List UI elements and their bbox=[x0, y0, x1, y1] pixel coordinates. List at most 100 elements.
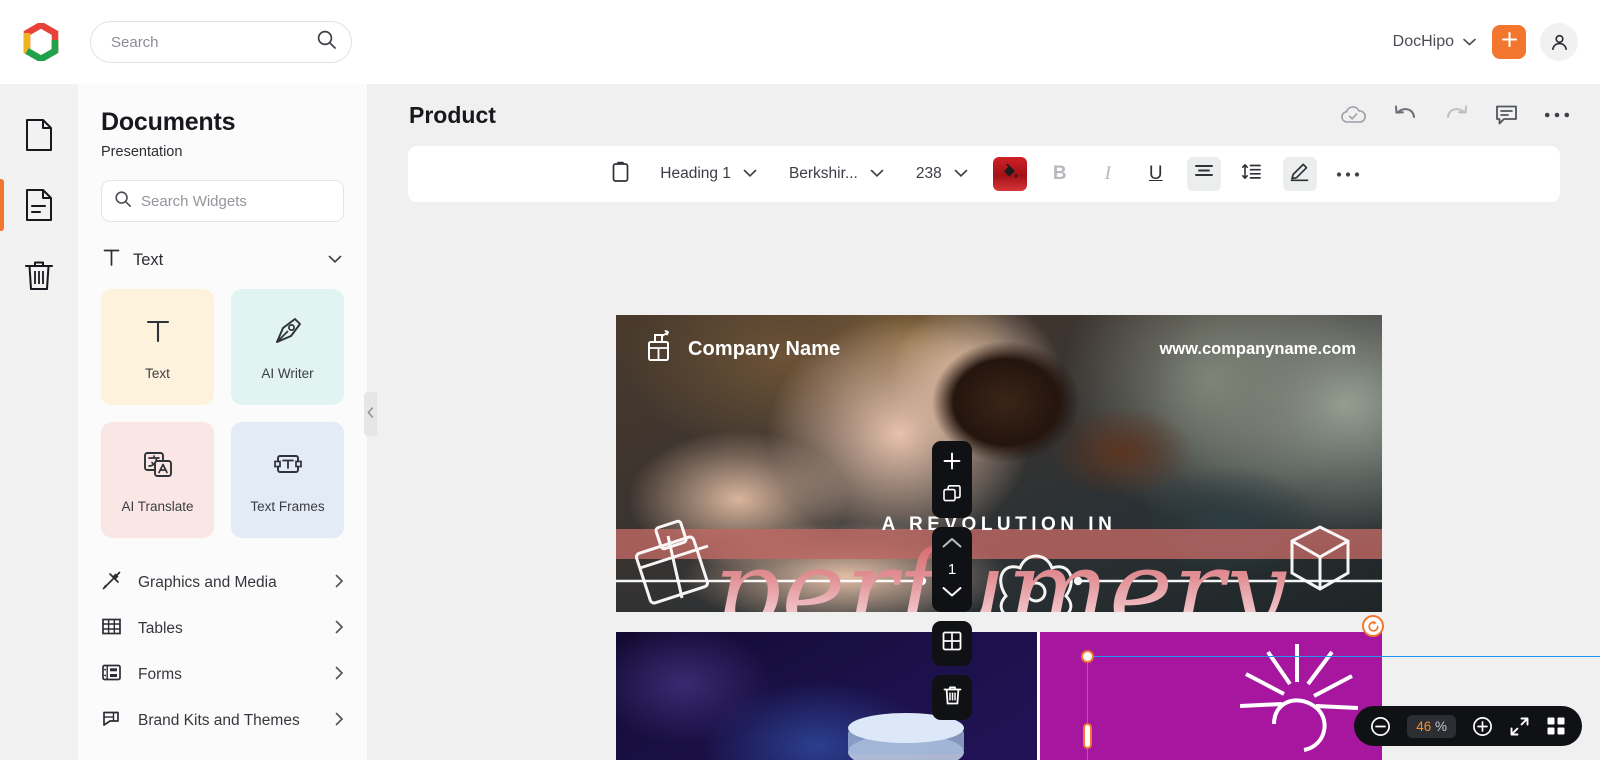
sidebar-item-tables[interactable]: Tables bbox=[101, 606, 344, 652]
headline-big-text[interactable]: perfumery bbox=[616, 537, 1382, 613]
font-size-select[interactable]: 238 bbox=[910, 165, 974, 183]
add-duplicate-page-block[interactable] bbox=[932, 441, 972, 518]
paragraph-style-value: Heading 1 bbox=[660, 165, 731, 182]
company-name-text[interactable]: Company Name bbox=[688, 338, 840, 361]
rail-item-my-documents[interactable] bbox=[0, 170, 78, 240]
canvas-scroll-area[interactable]: 1 Company Name www.companyname.com A REV… bbox=[368, 210, 1600, 760]
chevron-right-icon bbox=[335, 712, 344, 731]
rotate-handle[interactable] bbox=[1362, 615, 1384, 637]
underline-button[interactable]: U bbox=[1139, 157, 1173, 191]
widget-search[interactable] bbox=[101, 180, 344, 222]
widget-tile-text-frames[interactable]: Text Frames bbox=[231, 422, 344, 538]
redo-button[interactable] bbox=[1444, 104, 1469, 126]
paragraph-style-select[interactable]: Heading 1 bbox=[654, 165, 763, 183]
brand-kit-icon bbox=[101, 708, 122, 734]
page-number: 1 bbox=[947, 561, 957, 578]
font-size-value: 238 bbox=[915, 165, 942, 182]
align-center-button[interactable] bbox=[1186, 157, 1221, 191]
slide-page-1[interactable]: Company Name www.companyname.com A REVOL… bbox=[616, 315, 1382, 612]
sidebar-item-label: Tables bbox=[138, 620, 183, 637]
topbar-right-group: DocHipo bbox=[1391, 23, 1578, 61]
chevron-down-icon[interactable] bbox=[328, 251, 342, 269]
resize-handle-top-left[interactable] bbox=[1081, 650, 1094, 663]
widget-tile-ai-translate[interactable]: AI Translate bbox=[101, 422, 214, 538]
underline-label: U bbox=[1148, 163, 1163, 184]
zoom-value: 46 bbox=[1416, 718, 1432, 734]
chevron-down-icon bbox=[870, 165, 884, 183]
plus-icon[interactable] bbox=[941, 450, 963, 477]
sidebar-item-forms[interactable]: Forms bbox=[101, 652, 344, 698]
chevron-up-icon[interactable] bbox=[941, 536, 963, 554]
clipboard-button[interactable] bbox=[603, 157, 637, 191]
widget-tile-text[interactable]: Text bbox=[101, 289, 214, 405]
top-bar: DocHipo bbox=[0, 0, 1600, 84]
editor-header-actions bbox=[1339, 104, 1570, 126]
editor-header: Product bbox=[368, 84, 1600, 146]
sidebar-item-label: Graphics and Media bbox=[138, 574, 277, 591]
user-avatar-icon[interactable] bbox=[1540, 23, 1578, 61]
search-icon[interactable] bbox=[316, 29, 337, 55]
panel-subtitle: Presentation bbox=[101, 144, 183, 160]
widget-search-input[interactable] bbox=[141, 192, 340, 210]
icon-rail bbox=[0, 84, 78, 760]
create-new-button[interactable] bbox=[1492, 25, 1526, 59]
widget-tile-label: Text bbox=[145, 365, 170, 381]
sidebar-item-label: Brand Kits and Themes bbox=[138, 712, 300, 729]
search-icon bbox=[114, 190, 132, 213]
text-t-icon bbox=[141, 314, 175, 353]
graphics-media-icon bbox=[101, 570, 122, 596]
panel-collapse-handle[interactable] bbox=[364, 392, 377, 436]
section-text[interactable]: Text bbox=[101, 245, 344, 275]
document-title[interactable]: Product bbox=[409, 102, 496, 129]
chevron-right-icon bbox=[335, 574, 344, 593]
search-input[interactable] bbox=[111, 33, 316, 51]
page-title: Documents bbox=[101, 108, 236, 136]
slide-brand-row: Company Name www.companyname.com bbox=[616, 329, 1382, 369]
font-family-value: Berkshir... bbox=[788, 165, 858, 182]
chevron-down-icon[interactable] bbox=[941, 585, 963, 603]
global-search[interactable] bbox=[90, 21, 352, 63]
sidebar-item-graphics-and-media[interactable]: Graphics and Media bbox=[101, 560, 344, 606]
edit-text-button[interactable] bbox=[1282, 157, 1317, 191]
website-text[interactable]: www.companyname.com bbox=[1159, 340, 1356, 359]
perfume-bottle-icon bbox=[642, 328, 676, 371]
text-color-button[interactable] bbox=[992, 157, 1027, 191]
font-family-select[interactable]: Berkshir... bbox=[783, 165, 890, 183]
trash-icon bbox=[942, 684, 963, 711]
zoom-out-icon[interactable] bbox=[1370, 716, 1391, 737]
saved-cloud-icon[interactable] bbox=[1339, 105, 1367, 125]
chevron-down-icon bbox=[1463, 33, 1476, 51]
format-more-button[interactable] bbox=[1331, 157, 1365, 191]
rail-item-blank-document[interactable] bbox=[0, 100, 78, 170]
sidebar-item-brand-kits-and-themes[interactable]: Brand Kits and Themes bbox=[101, 698, 344, 744]
workspace-selector[interactable]: DocHipo bbox=[1391, 29, 1478, 55]
chevron-right-icon bbox=[335, 666, 344, 685]
dochipo-logo-icon[interactable] bbox=[22, 21, 60, 63]
widget-tile-label: AI Translate bbox=[121, 498, 194, 514]
rail-item-trash[interactable] bbox=[0, 240, 78, 310]
bold-button[interactable]: B bbox=[1043, 157, 1077, 191]
zoom-in-icon[interactable] bbox=[1472, 716, 1493, 737]
workspace-label: DocHipo bbox=[1392, 33, 1454, 50]
table-grid-icon bbox=[101, 616, 122, 642]
widget-tile-ai-writer[interactable]: AI Writer bbox=[231, 289, 344, 405]
zoom-toolbar: 46 % bbox=[1354, 706, 1582, 746]
duplicate-icon[interactable] bbox=[942, 484, 962, 509]
pencil-icon bbox=[1289, 161, 1310, 187]
page-tools: 1 bbox=[932, 441, 972, 720]
widget-tile-label: Text Frames bbox=[250, 498, 325, 514]
chevron-down-icon bbox=[743, 165, 757, 183]
grid-view-icon[interactable] bbox=[1546, 716, 1566, 736]
delete-page-button[interactable] bbox=[932, 675, 972, 720]
zoom-level[interactable]: 46 % bbox=[1407, 714, 1456, 738]
resize-handle-middle-left[interactable] bbox=[1083, 722, 1092, 749]
comments-button[interactable] bbox=[1495, 104, 1518, 126]
page-navigator[interactable]: 1 bbox=[932, 527, 972, 612]
italic-label: I bbox=[1104, 163, 1111, 184]
fullscreen-icon[interactable] bbox=[1509, 716, 1530, 737]
page-layout-button[interactable] bbox=[932, 621, 972, 666]
italic-button[interactable]: I bbox=[1091, 157, 1125, 191]
more-options-button[interactable] bbox=[1544, 111, 1570, 119]
line-spacing-button[interactable] bbox=[1235, 157, 1269, 191]
undo-button[interactable] bbox=[1393, 104, 1418, 126]
